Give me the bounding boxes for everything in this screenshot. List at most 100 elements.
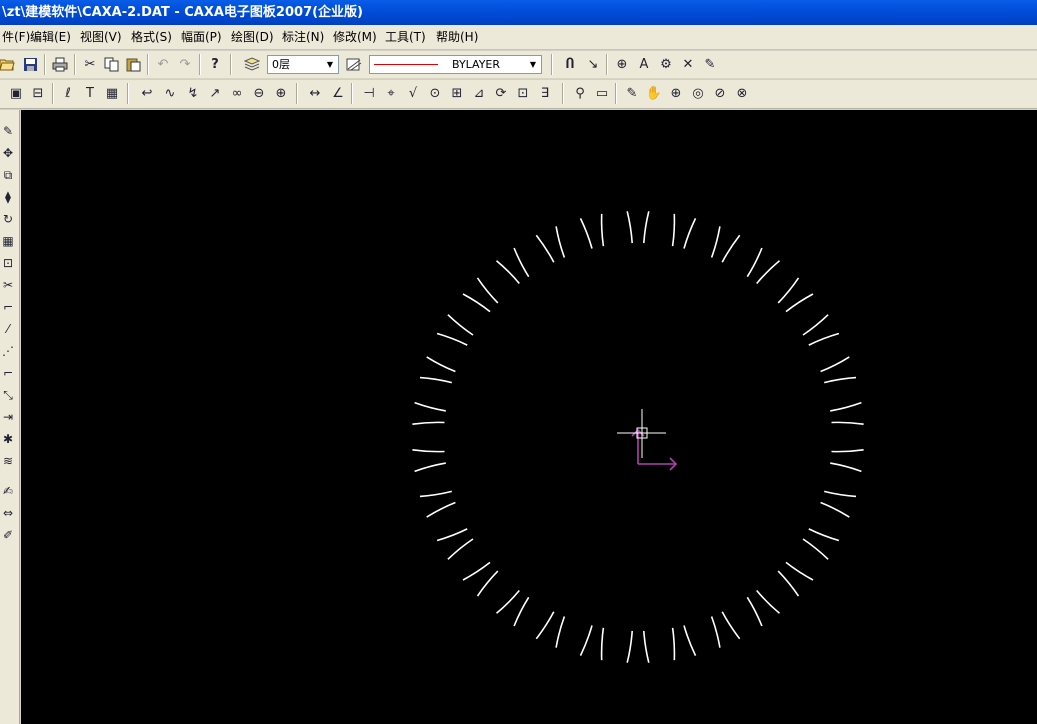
datum-icon[interactable]: ⌖ <box>381 83 401 103</box>
pencil-icon[interactable]: ✎ <box>622 83 642 103</box>
hatch-style-icon[interactable]: ✕ <box>678 54 698 74</box>
scale-icon[interactable]: ⊡ <box>0 254 16 272</box>
leader-icon[interactable]: ⊣ <box>359 83 379 103</box>
window-title-bar[interactable]: \zt\建模软件\CAXA-2.DAT - CAXA电子图板2007(企业版) <box>0 0 1037 25</box>
linetype-select[interactable]: BYLAYER ▼ <box>369 55 542 74</box>
text-annotation-icon[interactable]: ∃ <box>535 83 555 103</box>
menu-edit[interactable]: 编辑(E) <box>28 25 73 49</box>
gear-tooth-flank <box>513 247 530 278</box>
gear-tooth-flank <box>643 211 650 244</box>
menu-format[interactable]: 格式(S) <box>129 25 174 49</box>
polyline-icon[interactable]: ↩ <box>137 83 157 103</box>
angle-dimension-icon[interactable]: ∠ <box>328 83 348 103</box>
delete-icon[interactable]: ✎ <box>0 122 16 140</box>
zoom-previous-icon[interactable]: ⊘ <box>710 83 730 103</box>
text-icon[interactable]: T <box>80 83 100 103</box>
roughness-icon[interactable]: √ <box>403 83 423 103</box>
menu-view[interactable]: 视图(V) <box>78 25 124 49</box>
ellipse-icon[interactable]: ⊖ <box>249 83 269 103</box>
snap-icon[interactable]: ⊕ <box>612 54 632 74</box>
table-icon[interactable]: ▦ <box>102 83 122 103</box>
tolerance-icon[interactable]: ⊞ <box>447 83 467 103</box>
redo-icon[interactable]: ↷ <box>175 54 195 74</box>
gear-tooth-flank <box>830 462 862 473</box>
drawing-canvas[interactable] <box>21 110 1037 724</box>
move-icon[interactable]: ✥ <box>0 144 16 162</box>
toolbar-separator <box>127 83 129 104</box>
copy-object-icon[interactable]: ⧉ <box>0 166 16 184</box>
modify-toolbar: ✎ ✥ ⧉ ⧫ ↻ ▦ ⊡ ✂ ⌐ ⁄ ⋰ ⌐ ⤡ ⇥ ✱ ≋ ✍ ⇔ ✐ <box>0 110 20 724</box>
toolbar-separator <box>230 54 232 75</box>
paste-icon[interactable] <box>123 54 143 74</box>
mirror-icon[interactable]: ⧫ <box>0 188 16 206</box>
gear-tooth-flank <box>802 314 829 336</box>
pan-icon[interactable]: ✋ <box>644 83 664 103</box>
gear-tooth-flank <box>746 247 763 278</box>
measure-icon[interactable]: ▭ <box>592 83 612 103</box>
lengthen-icon[interactable]: ⇔ <box>0 504 16 522</box>
attribute-icon[interactable]: Ⴖ <box>560 54 580 74</box>
copy-icon[interactable] <box>101 54 121 74</box>
circle-chain-icon[interactable]: ∞ <box>227 83 247 103</box>
gear-tooth-flank <box>802 538 829 560</box>
gear-tooth-flank <box>600 627 605 661</box>
menu-dimension[interactable]: 标注(N) <box>280 25 326 49</box>
drawing-area <box>21 110 1037 724</box>
break-line-icon[interactable]: ↯ <box>183 83 203 103</box>
layer-manager-icon[interactable] <box>242 54 262 74</box>
sheet-frame-icon[interactable]: ▣ <box>6 83 26 103</box>
menu-draw[interactable]: 绘图(D) <box>229 25 276 49</box>
gear-tooth-flank <box>671 627 676 661</box>
explode-icon[interactable]: ✱ <box>0 430 16 448</box>
toolbar-separator <box>147 54 149 75</box>
layer-select-value: 0层 <box>272 58 290 71</box>
open-folder-icon[interactable] <box>0 54 17 74</box>
menu-modify[interactable]: 修改(M) <box>331 25 379 49</box>
centerline-icon[interactable]: ⊕ <box>271 83 291 103</box>
brush-icon[interactable]: ✐ <box>0 526 16 544</box>
menu-bar: 件(F) 编辑(E) 视图(V) 格式(S) 幅面(P) 绘图(D) 标注(N)… <box>0 25 1037 50</box>
hatch-icon[interactable]: ⊡ <box>513 83 533 103</box>
attribute-match-icon[interactable]: ↘ <box>583 54 603 74</box>
trim-icon[interactable]: ✂ <box>0 276 16 294</box>
zoom-in-icon[interactable]: ⊕ <box>666 83 686 103</box>
undo-icon[interactable]: ↶ <box>153 54 173 74</box>
chevron-down-icon: ▼ <box>529 60 537 69</box>
inquiry-icon[interactable]: ⚲ <box>570 83 590 103</box>
arc-text-icon[interactable]: ℓ <box>58 83 78 103</box>
text-style-icon[interactable]: A <box>634 54 654 74</box>
offset-icon[interactable]: ≋ <box>0 452 16 470</box>
settings-icon[interactable]: ✎ <box>700 54 720 74</box>
rotate-icon[interactable]: ↻ <box>0 210 16 228</box>
printer-icon[interactable] <box>50 54 70 74</box>
array-icon[interactable]: ▦ <box>0 232 16 250</box>
gear-tooth-flank <box>626 211 633 244</box>
stretch-icon[interactable]: ⤡ <box>0 386 16 404</box>
zoom-window-icon[interactable]: ◎ <box>688 83 708 103</box>
chamfer-icon[interactable]: ⌐ <box>0 364 16 382</box>
linear-dimension-icon[interactable]: ↔ <box>305 83 325 103</box>
edit-icon[interactable]: ✍ <box>0 482 16 500</box>
spline-icon[interactable]: ∿ <box>160 83 180 103</box>
gear-tooth-flank <box>476 570 499 597</box>
save-disk-icon[interactable] <box>20 54 40 74</box>
section-icon[interactable]: ⊿ <box>469 83 489 103</box>
fillet-icon[interactable]: ⌐ <box>0 298 16 316</box>
linetype-icon[interactable] <box>344 54 364 74</box>
extend-icon[interactable]: ⁄ <box>0 320 16 338</box>
title-block-icon[interactable]: ⊟ <box>28 83 48 103</box>
menu-help[interactable]: 帮助(H) <box>434 25 480 49</box>
break-icon[interactable]: ⋰ <box>0 342 16 360</box>
zoom-all-icon[interactable]: ⊗ <box>732 83 752 103</box>
gear-tooth-flank <box>495 260 520 285</box>
help-question-icon[interactable]: ? <box>205 54 225 74</box>
menu-sheet[interactable]: 幅面(P) <box>179 25 224 49</box>
layer-select[interactable]: 0层 ▼ <box>267 55 339 74</box>
arrow-icon[interactable]: ↗ <box>205 83 225 103</box>
menu-tools[interactable]: 工具(T) <box>383 25 428 49</box>
align-icon[interactable]: ⇥ <box>0 408 16 426</box>
weld-icon[interactable]: ⊙ <box>425 83 445 103</box>
scissors-icon[interactable]: ✂ <box>80 54 100 74</box>
label-icon[interactable]: ⟳ <box>491 83 511 103</box>
dimension-style-icon[interactable]: ⚙ <box>656 54 676 74</box>
